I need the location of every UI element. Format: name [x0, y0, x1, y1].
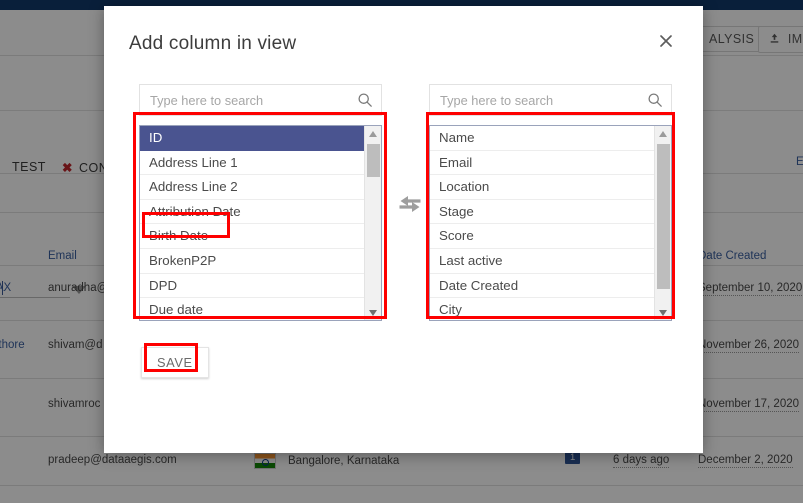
analysis-button-label: ALYSIS [709, 32, 755, 46]
available-search-box[interactable] [139, 84, 382, 116]
flag-chakra [262, 458, 269, 466]
column-header-email[interactable]: Email [48, 250, 77, 262]
list-item[interactable]: Attribution Date [140, 200, 364, 225]
table-cell-date-created-3: November 17, 2020 [698, 398, 800, 412]
list-item[interactable]: Stage [430, 200, 654, 225]
import-button-label: IMPO [787, 32, 803, 46]
import-button[interactable]: IMPO [758, 26, 803, 53]
column-header-date-created[interactable]: Date Created [698, 250, 766, 262]
scroll-up-arrow-icon[interactable] [365, 126, 381, 141]
table-cell-name-2: athore [0, 339, 25, 351]
available-columns-listbox[interactable]: ID Address Line 1 Address Line 2 Attributio… [139, 125, 382, 321]
list-item[interactable]: BrokenP2P [140, 249, 364, 274]
close-icon[interactable] [653, 28, 679, 54]
selected-search-box[interactable] [429, 84, 672, 116]
scroll-up-arrow-icon[interactable] [655, 126, 671, 141]
list-item[interactable]: Score [430, 224, 654, 249]
save-button[interactable]: SAVE [141, 347, 209, 378]
table-cell-email-2: shivam@d [48, 339, 103, 351]
table-cell-email-1: anuradha@ [48, 282, 109, 294]
scroll-thumb[interactable] [367, 144, 380, 177]
analysis-button[interactable]: ALYSIS [698, 26, 766, 52]
list-item[interactable]: Birth Date [140, 224, 364, 249]
scroll-thumb[interactable] [657, 144, 670, 289]
table-row-divider-4 [0, 485, 803, 486]
list-item[interactable]: Name [430, 126, 654, 151]
available-columns-list: ID Address Line 1 Address Line 2 Attributio… [140, 126, 364, 320]
list-item[interactable]: Location [430, 175, 654, 200]
list-item[interactable]: DPD [140, 274, 364, 299]
selected-columns-list: Name Email Location Stage Score Last active Da… [430, 126, 654, 320]
list-item[interactable]: Address Line 2 [140, 175, 364, 200]
table-cell-email-3: shivamroc [48, 398, 101, 410]
list-item[interactable]: Date Created [430, 274, 654, 299]
list-item[interactable]: City [430, 298, 654, 320]
table-cell-email-4: pradeep@dataaegis.com [48, 454, 177, 466]
available-list-scrollbar[interactable] [364, 126, 381, 320]
list-item[interactable]: Due date [140, 298, 364, 320]
selected-search-input[interactable] [430, 85, 671, 115]
dialog-title: Add column in view [129, 33, 297, 54]
available-search-input[interactable] [140, 85, 381, 115]
table-cell-location-4: Bangalore, Karnataka [288, 455, 400, 467]
selected-list-scrollbar[interactable] [654, 126, 671, 320]
swap-horizontal-icon[interactable] [395, 194, 425, 216]
table-cell-date-created-1: September 10, 2020 [698, 282, 803, 296]
scroll-down-arrow-icon[interactable] [365, 305, 381, 320]
scroll-down-arrow-icon[interactable] [655, 305, 671, 320]
table-cell-date-created-2: November 26, 2020 [698, 339, 800, 353]
selected-columns-listbox[interactable]: Name Email Location Stage Score Last active Da… [429, 125, 672, 321]
add-column-dialog: Add column in view IDAddress Line 1Addre… [104, 6, 703, 453]
table-cell-date-created-4: December 2, 2020 [698, 454, 793, 468]
column-header-e[interactable]: E [796, 156, 803, 168]
list-item[interactable]: Email [430, 151, 654, 176]
table-cell-last-active-4: 6 days ago [613, 454, 670, 468]
upload-icon [769, 33, 780, 47]
table-cell-name-1: -AX [0, 282, 12, 294]
available-columns-panel: IDAddress Line 1Address Line 2Attributio… [139, 84, 382, 321]
india-flag-icon [254, 453, 276, 469]
list-item[interactable]: ID [140, 126, 364, 151]
selected-columns-panel: NameEmailLocationStageScoreLast activeDa… [429, 84, 672, 321]
list-item[interactable]: Address Line 1 [140, 151, 364, 176]
list-item[interactable]: Last active [430, 249, 654, 274]
